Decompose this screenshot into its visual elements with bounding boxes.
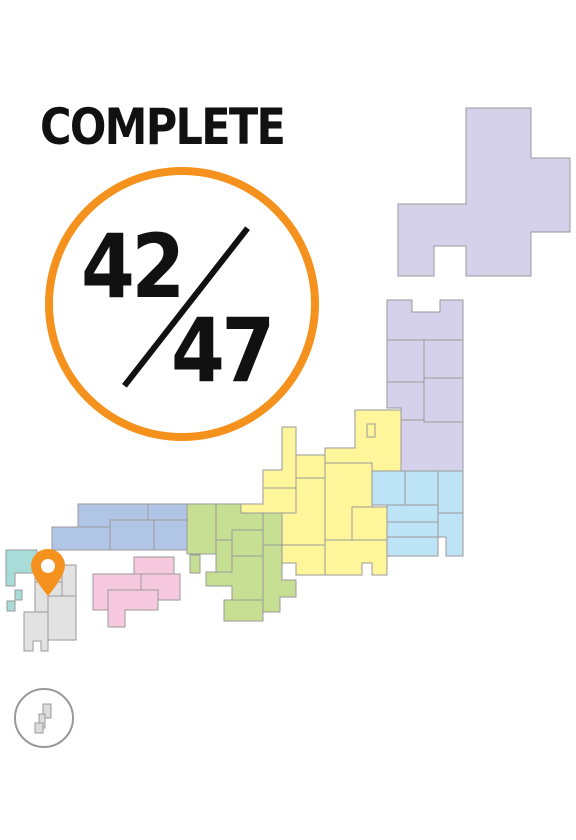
prefecture-wakayama-south[interactable] <box>223 599 264 622</box>
prefecture-yamanashi[interactable] <box>351 506 388 541</box>
prefecture-akita[interactable] <box>386 339 425 383</box>
progress-counter: 42 47 <box>45 167 319 441</box>
total-count: 47 <box>171 299 275 402</box>
prefecture-kumamoto[interactable] <box>47 595 77 641</box>
complete-title: COMPLETE <box>40 98 286 156</box>
prefecture-kochi[interactable] <box>107 589 159 628</box>
prefecture-chiba[interactable] <box>437 512 464 557</box>
prefecture-hyogo[interactable] <box>186 503 217 555</box>
prefecture-gunma[interactable] <box>371 470 406 506</box>
prefecture-hiroshima[interactable] <box>109 519 155 551</box>
prefecture-wakayama[interactable] <box>205 555 264 601</box>
prefecture-shizuoka[interactable] <box>324 539 388 576</box>
prefecture-tottori[interactable] <box>147 503 188 521</box>
prefecture-shiga[interactable] <box>262 512 283 546</box>
prefecture-fukushima[interactable] <box>400 419 464 472</box>
region-islands <box>5 549 38 612</box>
prefecture-nara[interactable] <box>231 529 264 557</box>
prefecture-ishikawa[interactable] <box>262 426 297 489</box>
prefecture-fukui[interactable] <box>240 487 297 514</box>
prefecture-kagoshima[interactable] <box>23 611 49 652</box>
japan-mini-map-icon <box>34 703 52 734</box>
region-chugoku <box>51 503 188 551</box>
prefecture-aomori[interactable] <box>386 299 464 341</box>
prefecture-tochigi[interactable] <box>404 470 439 506</box>
prefecture-kanagawa[interactable] <box>386 536 439 557</box>
region-kinki <box>186 503 297 622</box>
prefecture-yamaguchi[interactable] <box>51 526 111 551</box>
prefecture-miyagi[interactable] <box>423 377 464 423</box>
prefecture-saitama[interactable] <box>386 504 439 523</box>
prefecture-okayama[interactable] <box>153 519 188 551</box>
prefecture-awaji[interactable] <box>189 554 201 574</box>
prefecture-niigata[interactable] <box>324 409 402 472</box>
prefecture-toyama[interactable] <box>295 454 326 479</box>
prefecture-iwate[interactable] <box>423 339 464 379</box>
prefecture-osaka[interactable] <box>215 539 233 573</box>
completed-count: 42 <box>81 215 185 318</box>
prefecture-ibaraki[interactable] <box>437 470 464 514</box>
island-tsushima[interactable] <box>14 589 23 601</box>
prefecture-tokyo[interactable] <box>386 521 439 538</box>
region-shikoku <box>92 556 181 628</box>
prefecture-hokkaido[interactable] <box>397 107 571 277</box>
japan-mini-map-button[interactable] <box>14 688 74 748</box>
prefecture-kagawa[interactable] <box>133 556 175 575</box>
prefecture-aichi[interactable] <box>281 544 326 576</box>
island-goto[interactable] <box>6 600 16 612</box>
prefecture-sado[interactable] <box>366 423 376 438</box>
